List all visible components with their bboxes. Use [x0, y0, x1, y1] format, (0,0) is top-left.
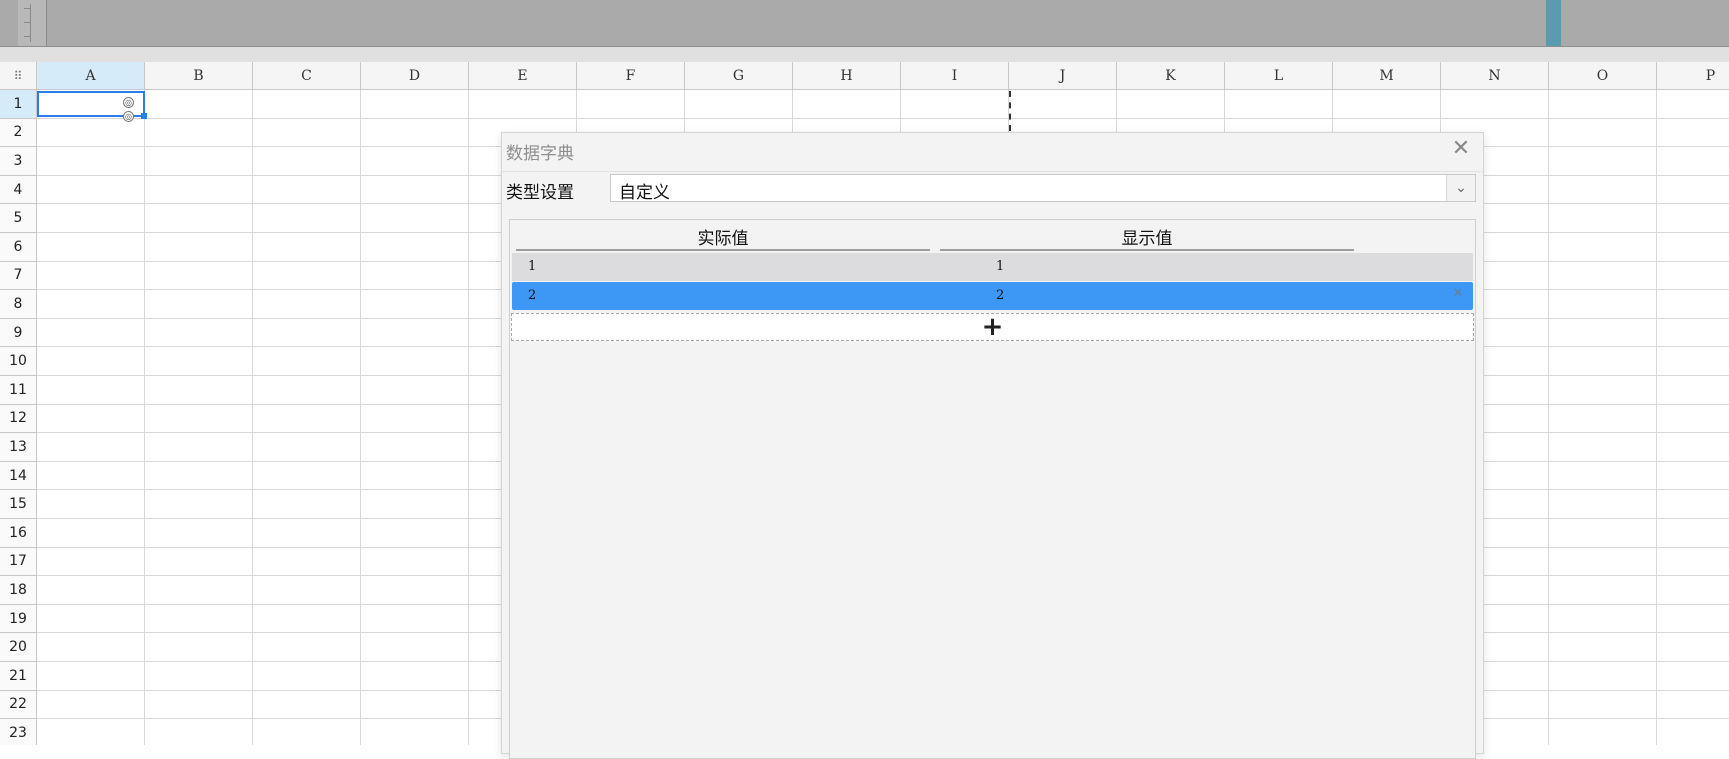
column-header-d[interactable]: D — [361, 62, 469, 90]
column-header-k[interactable]: K — [1117, 62, 1225, 90]
select-all-corner[interactable]: ⠿ — [0, 62, 37, 90]
column-header-n[interactable]: N — [1441, 62, 1549, 90]
column-header-h[interactable]: H — [793, 62, 901, 90]
toolbar-area — [0, 0, 1729, 47]
grid-line — [1548, 90, 1549, 745]
cell-widget-icon[interactable]: ◎ — [123, 111, 134, 122]
grid-line — [360, 90, 361, 745]
row-header-15[interactable]: 15 — [0, 490, 37, 519]
column-header-p[interactable]: P — [1657, 62, 1729, 90]
column-header-f[interactable]: F — [577, 62, 685, 90]
column-header-actual: 实际值 — [697, 228, 749, 249]
grid-line — [1656, 90, 1657, 745]
row-header-7[interactable]: 7 — [0, 261, 37, 291]
row-header-17[interactable]: 17 — [0, 547, 37, 577]
column-header-i[interactable]: I — [901, 62, 1009, 90]
row-header-11[interactable]: 11 — [0, 376, 37, 405]
column-header-l[interactable]: L — [1225, 62, 1333, 90]
column-header-b[interactable]: B — [145, 62, 253, 90]
dialog-title: 数据字典 — [506, 144, 574, 164]
column-header-a[interactable]: A — [37, 62, 145, 90]
row-header-23[interactable]: 23 — [0, 719, 37, 745]
column-header-e[interactable]: E — [469, 62, 577, 90]
cell-actual[interactable]: 2 — [528, 288, 536, 303]
column-header-g[interactable]: G — [685, 62, 793, 90]
column-header-c[interactable]: C — [253, 62, 361, 90]
row-header-12[interactable]: 12 — [0, 404, 37, 434]
row-header-18[interactable]: 18 — [0, 576, 37, 605]
row-header-5[interactable]: 5 — [0, 204, 37, 233]
row-header-20[interactable]: 20 — [0, 633, 37, 662]
page-break-marker — [1009, 91, 1013, 131]
row-header-21[interactable]: 21 — [0, 662, 37, 691]
type-setting-label: 类型设置 — [506, 183, 574, 203]
row-header-14[interactable]: 14 — [0, 461, 37, 491]
row-header-22[interactable]: 22 — [0, 690, 37, 720]
row-header-8[interactable]: 8 — [0, 290, 37, 319]
grid-line — [144, 90, 145, 745]
type-setting-select[interactable]: 自定义 ⌄ — [610, 174, 1476, 203]
row-header-10[interactable]: 10 — [0, 347, 37, 376]
cell-actual[interactable]: 1 — [528, 259, 536, 274]
plus-icon: + — [981, 312, 1004, 342]
column-header-display: 显示值 — [1121, 228, 1173, 249]
row-header-2[interactable]: 2 — [0, 118, 37, 148]
dialog-divider — [502, 171, 1483, 172]
row-header-1[interactable]: 1 — [0, 90, 37, 119]
data-dictionary-dialog: 数据字典 ✕ 类型设置 自定义 ⌄ 实际值 显示值 1 1 2 2 ✕ + — [501, 132, 1484, 759]
column-header-m[interactable]: M — [1333, 62, 1441, 90]
dictionary-table: 实际值 显示值 1 1 2 2 ✕ + — [509, 219, 1476, 759]
column-header-j[interactable]: J — [1009, 62, 1117, 90]
delete-row-icon[interactable]: ✕ — [1451, 287, 1465, 301]
fill-handle[interactable] — [141, 113, 147, 119]
grid-line — [252, 90, 253, 745]
close-icon[interactable]: ✕ — [1449, 137, 1473, 161]
row-header-6[interactable]: 6 — [0, 233, 37, 262]
cell-widget-icon[interactable]: ◎ — [123, 97, 134, 108]
row-header-9[interactable]: 9 — [0, 318, 37, 348]
grid-line — [468, 90, 469, 745]
row-header-16[interactable]: 16 — [0, 519, 37, 548]
toolbar-grip[interactable] — [18, 0, 47, 46]
table-row[interactable]: 1 1 — [512, 253, 1473, 281]
header-underline — [940, 249, 1354, 251]
column-header-o[interactable]: O — [1549, 62, 1657, 90]
cell-display[interactable]: 1 — [996, 259, 1004, 274]
row-header-4[interactable]: 4 — [0, 175, 37, 205]
header-underline — [516, 249, 930, 251]
toolbar-scroll-indicator[interactable] — [1546, 0, 1561, 46]
row-header-19[interactable]: 19 — [0, 604, 37, 634]
type-setting-value: 自定义 — [619, 183, 670, 203]
add-row-button[interactable]: + — [511, 313, 1474, 341]
table-row-selected[interactable]: 2 2 ✕ — [512, 282, 1473, 310]
toolbar-gap — [0, 47, 1729, 63]
row-header-13[interactable]: 13 — [0, 433, 37, 462]
grid-line — [37, 117, 1729, 119]
chevron-down-icon[interactable]: ⌄ — [1446, 175, 1475, 201]
row-header-3[interactable]: 3 — [0, 147, 37, 176]
cell-display[interactable]: 2 — [996, 288, 1004, 303]
